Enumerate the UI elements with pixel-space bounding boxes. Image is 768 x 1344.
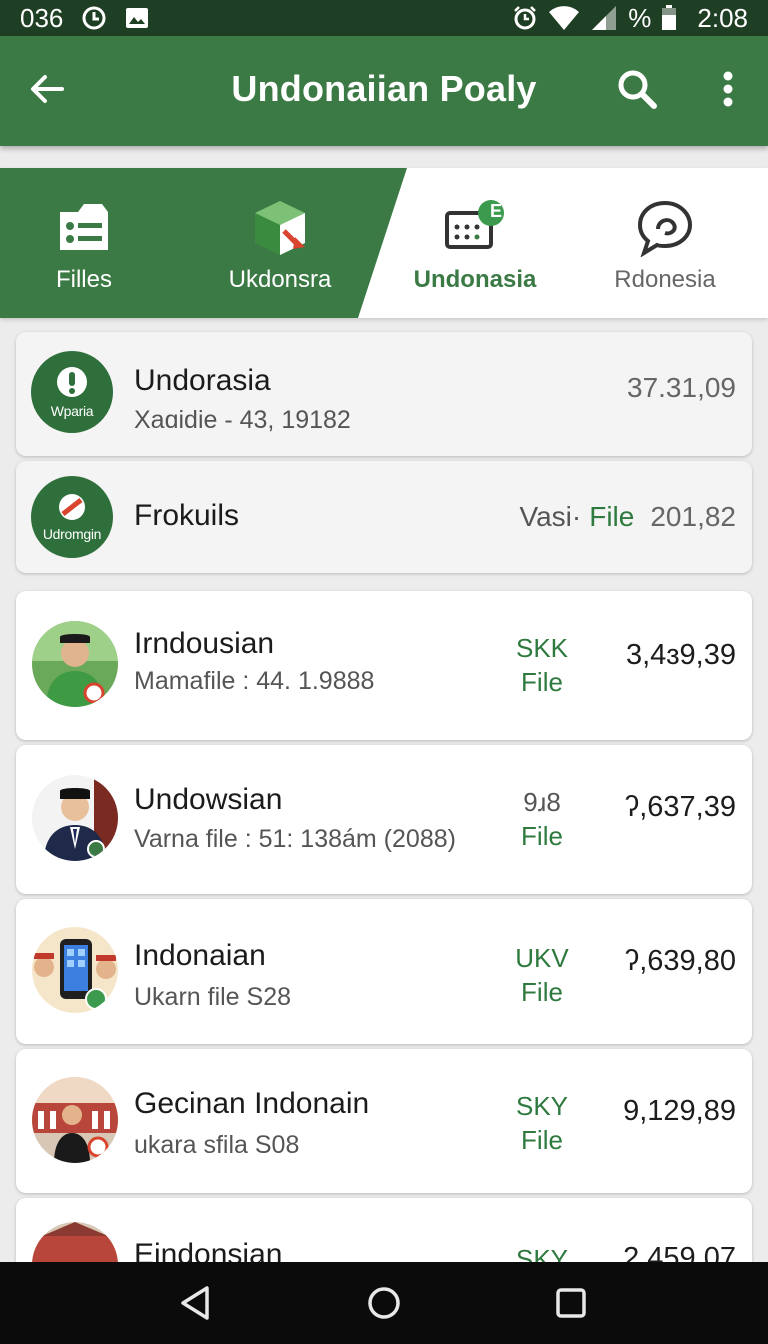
tab-label: Filles [55,266,112,293]
status-bar: 036 % 2:08 [0,0,768,36]
tab-rdonesia[interactable]: Rdonesia [570,168,760,318]
list-item[interactable]: Undowsian Varna file : 51: 138ám (2088) … [16,745,752,894]
search-icon[interactable] [612,64,662,114]
card-title: Undorasia [134,364,271,397]
item-amount: ʔ,637,39 [624,791,736,823]
item-tag-bottom: File [521,977,563,1007]
summary-card[interactable]: Udromgin Frokuils Vasi· File 201,82 [16,461,752,573]
grid-badge-icon: E [443,196,507,260]
chat-bubble-icon [633,196,697,260]
item-amount: 9,129,89 [623,1095,736,1127]
app-bar: Undonaiian Poaly [0,36,768,146]
list-item[interactable]: Irndousian Mamafile : 44. 1.9888 SKK Fil… [16,591,752,740]
system-nav-bar [0,1262,768,1344]
item-name: Gecinan Indonain [134,1087,370,1120]
tab-ukdonsra[interactable]: Ukdonsra [185,168,375,318]
tab-label: Rdonesia [614,266,716,293]
item-tag-top: SKK [515,633,569,663]
alert-icon [57,367,87,397]
signal-icon [590,5,618,31]
avatar [32,1077,118,1163]
value-tag: File [589,501,635,532]
tab-undonasia[interactable]: E Undonasia [380,168,570,318]
list-item[interactable]: Indonaian Ukarn file S28 UKV File ʔ,639,… [16,899,752,1044]
battery-percent-glyph: % [628,2,652,33]
card-subtitle: Xaɑidie - 43, 19182 [134,406,351,434]
avatar [32,775,118,861]
item-detail: Varna file : 51: 138ám (2088) [134,825,456,853]
recents-square-icon[interactable] [546,1278,596,1328]
card-title: Frokuils [134,499,240,532]
avatar-label: Wparia [50,403,94,419]
avatar [32,927,118,1013]
item-name: Indonaian [134,939,266,972]
item-detail: Ukarn file S28 [134,983,292,1011]
avatar: Wparia [31,351,113,433]
ban-icon [59,494,85,520]
item-tag-top: 9ɹ8 [523,787,561,817]
item-tag-top: SKY [515,1091,569,1121]
avatar: Udromgin [31,476,113,558]
battery-icon [661,5,677,31]
more-vert-icon[interactable] [708,64,748,114]
status-time: 2:08 [697,2,748,33]
item-tag: UKV File [512,941,572,1009]
list-item[interactable]: Gecinan Indonain ukara sfila S08 SKY Fil… [16,1049,752,1193]
status-left-text: 036 [20,2,64,33]
summary-card[interactable]: Wparia Undorasia Xaɑidie - 43, 19182 37.… [16,332,752,456]
item-name: Irndousian [134,627,275,660]
card-value: 37.31,09 [627,372,736,403]
item-tag-top: UKV [515,943,569,973]
image-icon [125,7,149,29]
card-value: 201,82 [650,501,736,532]
tab-files[interactable]: Filles [0,168,179,318]
item-tag-bottom: File [521,667,563,697]
avatar [32,621,118,707]
item-detail: Mamafile : 44. 1.9888 [134,667,375,695]
item-amount: ʔ,639,80 [624,945,736,977]
card-value-group: Vasi· File 201,82 [520,501,736,533]
alarm-icon [512,5,538,31]
file-list-icon [52,196,116,260]
wifi-icon [548,5,580,31]
item-tag: 9ɹ8 File [512,785,572,853]
avatar-label: Udromgin [42,526,102,542]
clock-icon [81,5,107,31]
home-circle-icon[interactable] [359,1278,409,1328]
tab-bar: Filles Ukdonsra E Undonasia Rdonesia [0,168,768,318]
package-icon [248,196,312,260]
item-tag: SKK File [512,631,572,699]
tab-label: Ukdonsra [228,266,332,293]
item-tag-bottom: File [521,821,563,851]
item-detail: ukara sfila S08 [134,1131,300,1159]
item-amount: 3,4ɜ9,39 [625,639,736,671]
value-prefix: Vasi· [519,501,582,532]
item-tag-bottom: File [521,1125,563,1155]
tab-badge: E [490,201,503,221]
item-tag: SKY File [512,1089,572,1157]
item-name: Undowsian [134,783,283,816]
tab-label: Undonasia [413,266,537,293]
back-triangle-icon[interactable] [170,1278,220,1328]
